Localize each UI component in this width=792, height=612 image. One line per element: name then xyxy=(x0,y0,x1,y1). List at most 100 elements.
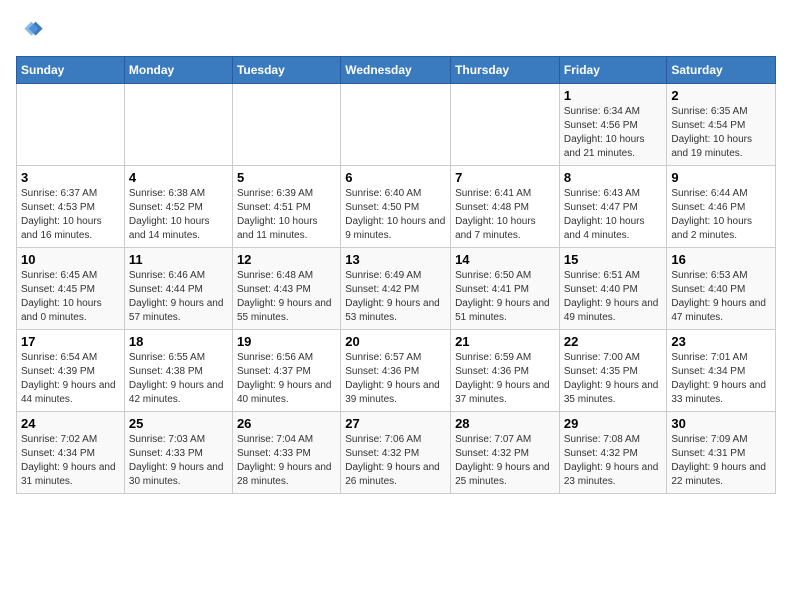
day-cell: 24 Sunrise: 7:02 AM Sunset: 4:34 PM Dayli… xyxy=(17,412,125,494)
day-number: 25 xyxy=(129,416,228,431)
day-header-friday: Friday xyxy=(559,57,667,84)
logo-icon xyxy=(16,16,44,44)
day-header-tuesday: Tuesday xyxy=(232,57,340,84)
day-cell: 18Sunrise: 6:55 AM Sunset: 4:38 PM Dayli… xyxy=(124,330,232,412)
day-number: 5 xyxy=(237,170,336,185)
day-cell xyxy=(232,84,340,166)
header xyxy=(16,16,776,44)
day-cell: 11 Sunrise: 6:46 AM Sunset: 4:44 PM Dayli… xyxy=(124,248,232,330)
day-header-saturday: Saturday xyxy=(667,57,776,84)
day-cell xyxy=(451,84,560,166)
day-cell xyxy=(17,84,125,166)
day-number: 15 xyxy=(564,252,663,267)
day-number: 27 xyxy=(345,416,446,431)
day-header-monday: Monday xyxy=(124,57,232,84)
day-info: Sunrise: 6:46 AM Sunset: 4:44 PM Dayligh… xyxy=(129,269,228,325)
day-cell: 19 Sunrise: 6:56 AM Sunset: 4:37 PM Dayli… xyxy=(232,330,340,412)
day-cell: 15 Sunrise: 6:51 AM Sunset: 4:40 PM Dayli… xyxy=(559,248,667,330)
day-number: 17 xyxy=(21,334,120,349)
day-number: 9 xyxy=(671,170,771,185)
day-number: 19 xyxy=(237,334,336,349)
day-number: 10 xyxy=(21,252,120,267)
day-header-sunday: Sunday xyxy=(17,57,125,84)
day-info: Sunrise: 6:56 AM Sunset: 4:37 PM Dayligh… xyxy=(237,351,336,407)
day-number: 21 xyxy=(455,334,555,349)
day-cell: 6 Sunrise: 6:40 AM Sunset: 4:50 PM Daylig… xyxy=(341,166,451,248)
day-info: Sunrise: 7:00 AM Sunset: 4:35 PM Dayligh… xyxy=(564,351,663,407)
week-row-2: 3 Sunrise: 6:37 AM Sunset: 4:53 PM Daylig… xyxy=(17,166,776,248)
day-cell: 13 Sunrise: 6:49 AM Sunset: 4:42 PM Dayli… xyxy=(341,248,451,330)
day-number: 24 xyxy=(21,416,120,431)
week-row-5: 24 Sunrise: 7:02 AM Sunset: 4:34 PM Dayli… xyxy=(17,412,776,494)
day-info: Sunrise: 7:06 AM Sunset: 4:32 PM Dayligh… xyxy=(345,433,446,489)
day-info: Sunrise: 6:50 AM Sunset: 4:41 PM Dayligh… xyxy=(455,269,555,325)
day-number: 13 xyxy=(345,252,446,267)
day-number: 3 xyxy=(21,170,120,185)
day-header-thursday: Thursday xyxy=(451,57,560,84)
day-cell: 8 Sunrise: 6:43 AM Sunset: 4:47 PM Daylig… xyxy=(559,166,667,248)
day-cell: 28 Sunrise: 7:07 AM Sunset: 4:32 PM Dayli… xyxy=(451,412,560,494)
day-info: Sunrise: 6:57 AM Sunset: 4:36 PM Dayligh… xyxy=(345,351,446,407)
day-info: Sunrise: 7:01 AM Sunset: 4:34 PM Dayligh… xyxy=(671,351,771,407)
day-number: 23 xyxy=(671,334,771,349)
day-cell xyxy=(341,84,451,166)
day-number: 11 xyxy=(129,252,228,267)
week-row-1: 1Sunrise: 6:34 AM Sunset: 4:56 PM Daylig… xyxy=(17,84,776,166)
day-number: 28 xyxy=(455,416,555,431)
day-number: 26 xyxy=(237,416,336,431)
day-number: 8 xyxy=(564,170,663,185)
day-number: 12 xyxy=(237,252,336,267)
day-number: 7 xyxy=(455,170,555,185)
day-cell: 22 Sunrise: 7:00 AM Sunset: 4:35 PM Dayli… xyxy=(559,330,667,412)
days-header-row: SundayMondayTuesdayWednesdayThursdayFrid… xyxy=(17,57,776,84)
day-info: Sunrise: 6:51 AM Sunset: 4:40 PM Dayligh… xyxy=(564,269,663,325)
day-info: Sunrise: 6:44 AM Sunset: 4:46 PM Dayligh… xyxy=(671,187,771,243)
day-number: 6 xyxy=(345,170,446,185)
day-cell: 26 Sunrise: 7:04 AM Sunset: 4:33 PM Dayli… xyxy=(232,412,340,494)
day-info: Sunrise: 7:04 AM Sunset: 4:33 PM Dayligh… xyxy=(237,433,336,489)
day-info: Sunrise: 6:43 AM Sunset: 4:47 PM Dayligh… xyxy=(564,187,663,243)
day-info: Sunrise: 6:39 AM Sunset: 4:51 PM Dayligh… xyxy=(237,187,336,243)
day-cell: 1Sunrise: 6:34 AM Sunset: 4:56 PM Daylig… xyxy=(559,84,667,166)
day-number: 22 xyxy=(564,334,663,349)
day-number: 16 xyxy=(671,252,771,267)
day-cell xyxy=(124,84,232,166)
day-info: Sunrise: 6:54 AM Sunset: 4:39 PM Dayligh… xyxy=(21,351,120,407)
logo xyxy=(16,16,48,44)
day-cell: 3 Sunrise: 6:37 AM Sunset: 4:53 PM Daylig… xyxy=(17,166,125,248)
day-info: Sunrise: 6:40 AM Sunset: 4:50 PM Dayligh… xyxy=(345,187,446,243)
day-cell: 21 Sunrise: 6:59 AM Sunset: 4:36 PM Dayli… xyxy=(451,330,560,412)
day-cell: 16 Sunrise: 6:53 AM Sunset: 4:40 PM Dayli… xyxy=(667,248,776,330)
day-cell: 2Sunrise: 6:35 AM Sunset: 4:54 PM Daylig… xyxy=(667,84,776,166)
day-info: Sunrise: 7:09 AM Sunset: 4:31 PM Dayligh… xyxy=(671,433,771,489)
day-info: Sunrise: 7:08 AM Sunset: 4:32 PM Dayligh… xyxy=(564,433,663,489)
day-info: Sunrise: 7:07 AM Sunset: 4:32 PM Dayligh… xyxy=(455,433,555,489)
day-number: 1 xyxy=(564,88,663,103)
day-cell: 14 Sunrise: 6:50 AM Sunset: 4:41 PM Dayli… xyxy=(451,248,560,330)
day-cell: 29 Sunrise: 7:08 AM Sunset: 4:32 PM Dayli… xyxy=(559,412,667,494)
day-info: Sunrise: 6:48 AM Sunset: 4:43 PM Dayligh… xyxy=(237,269,336,325)
day-info: Sunrise: 6:49 AM Sunset: 4:42 PM Dayligh… xyxy=(345,269,446,325)
week-row-4: 17 Sunrise: 6:54 AM Sunset: 4:39 PM Dayli… xyxy=(17,330,776,412)
day-number: 29 xyxy=(564,416,663,431)
day-info: Sunrise: 7:02 AM Sunset: 4:34 PM Dayligh… xyxy=(21,433,120,489)
day-cell: 20Sunrise: 6:57 AM Sunset: 4:36 PM Dayli… xyxy=(341,330,451,412)
day-info: Sunrise: 6:53 AM Sunset: 4:40 PM Dayligh… xyxy=(671,269,771,325)
day-cell: 7Sunrise: 6:41 AM Sunset: 4:48 PM Daylig… xyxy=(451,166,560,248)
day-cell: 12 Sunrise: 6:48 AM Sunset: 4:43 PM Dayli… xyxy=(232,248,340,330)
day-number: 30 xyxy=(671,416,771,431)
day-info: Sunrise: 6:45 AM Sunset: 4:45 PM Dayligh… xyxy=(21,269,120,325)
day-info: Sunrise: 6:59 AM Sunset: 4:36 PM Dayligh… xyxy=(455,351,555,407)
day-cell: 10 Sunrise: 6:45 AM Sunset: 4:45 PM Dayli… xyxy=(17,248,125,330)
day-cell: 5 Sunrise: 6:39 AM Sunset: 4:51 PM Daylig… xyxy=(232,166,340,248)
day-cell: 9 Sunrise: 6:44 AM Sunset: 4:46 PM Daylig… xyxy=(667,166,776,248)
day-cell: 25 Sunrise: 7:03 AM Sunset: 4:33 PM Dayli… xyxy=(124,412,232,494)
day-info: Sunrise: 6:38 AM Sunset: 4:52 PM Dayligh… xyxy=(129,187,228,243)
day-info: Sunrise: 7:03 AM Sunset: 4:33 PM Dayligh… xyxy=(129,433,228,489)
day-info: Sunrise: 6:37 AM Sunset: 4:53 PM Dayligh… xyxy=(21,187,120,243)
day-header-wednesday: Wednesday xyxy=(341,57,451,84)
day-cell: 23 Sunrise: 7:01 AM Sunset: 4:34 PM Dayli… xyxy=(667,330,776,412)
day-number: 14 xyxy=(455,252,555,267)
day-number: 4 xyxy=(129,170,228,185)
day-cell: 27 Sunrise: 7:06 AM Sunset: 4:32 PM Dayli… xyxy=(341,412,451,494)
